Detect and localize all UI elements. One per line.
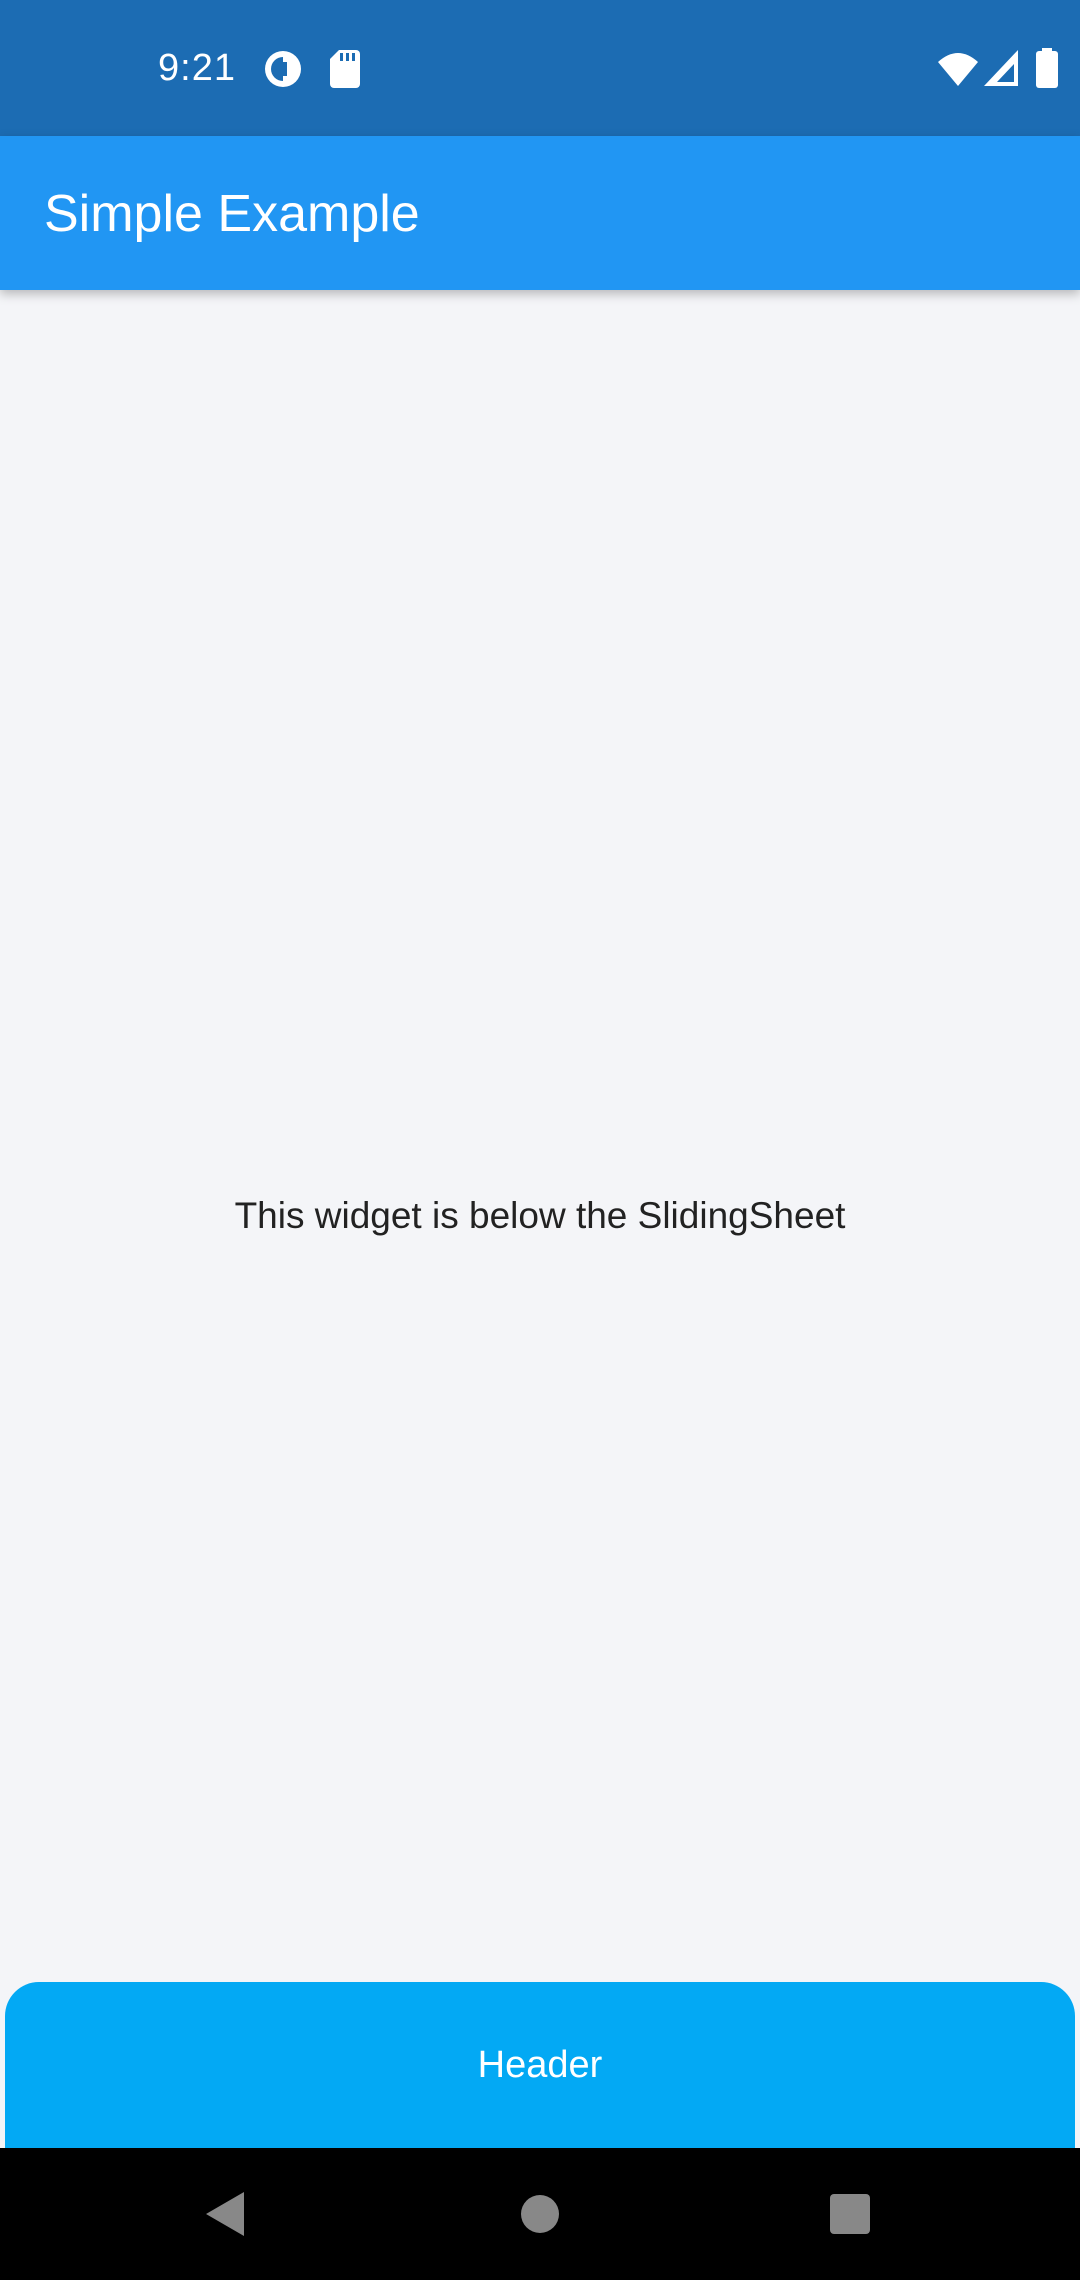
battery-icon bbox=[1036, 48, 1058, 88]
navigation-bar bbox=[0, 2148, 1080, 2280]
page-title: Simple Example bbox=[44, 185, 420, 243]
sync-icon bbox=[265, 51, 301, 87]
back-icon[interactable] bbox=[204, 2190, 246, 2238]
signal-icon bbox=[984, 50, 1018, 86]
sliding-sheet[interactable]: Header bbox=[5, 1982, 1075, 2148]
content-text: This widget is below the SlidingSheet bbox=[234, 1195, 846, 1236]
home-icon[interactable] bbox=[520, 2194, 560, 2234]
wifi-icon bbox=[938, 53, 978, 86]
recents-icon[interactable] bbox=[830, 2194, 870, 2234]
app-bar: Simple Example bbox=[0, 136, 1080, 290]
main-content: This widget is below the SlidingSheet bbox=[0, 290, 1080, 1982]
status-time: 9:21 bbox=[158, 47, 236, 89]
sd-card-icon bbox=[330, 50, 360, 88]
sheet-header[interactable]: Header bbox=[5, 2042, 1075, 2088]
status-bar: 9:21 bbox=[0, 0, 1080, 136]
